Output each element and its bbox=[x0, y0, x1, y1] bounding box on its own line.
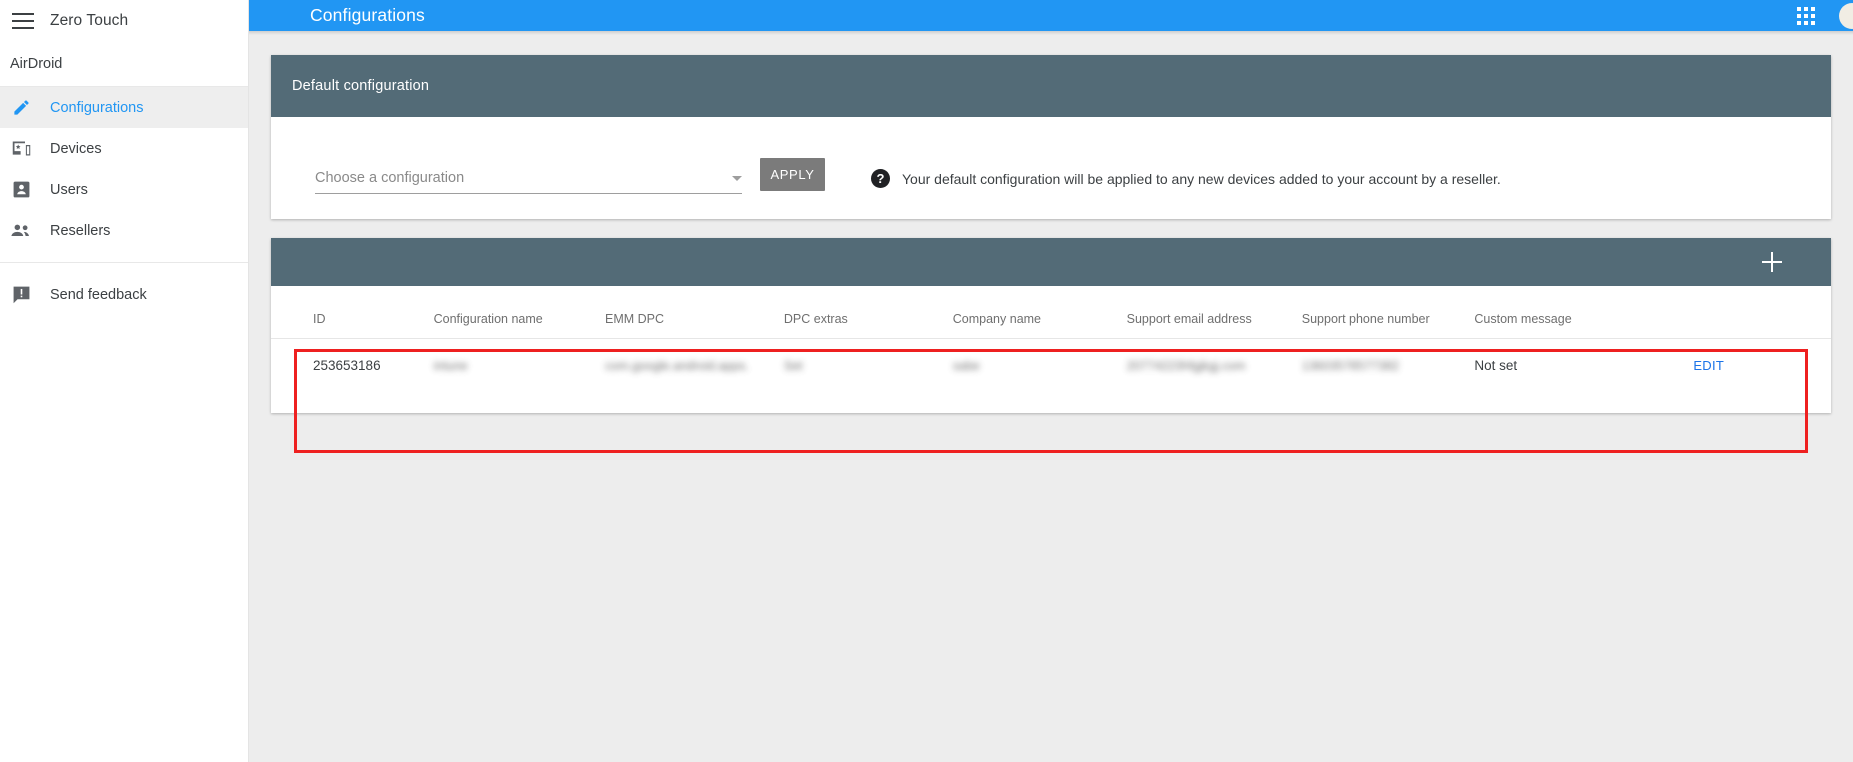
apply-button[interactable]: APPLY bbox=[760, 158, 825, 191]
redacted-value: sabe bbox=[952, 359, 980, 374]
redacted-value: 13603578577382 bbox=[1301, 359, 1400, 374]
configuration-select[interactable]: Choose a configuration bbox=[315, 170, 742, 194]
sidebar: Zero Touch AirDroid Configurations Devic… bbox=[0, 0, 249, 762]
chevron-down-icon bbox=[732, 176, 742, 181]
column-header-support-email[interactable]: Support email address bbox=[1126, 286, 1302, 339]
cell-configuration-name: intune bbox=[434, 339, 605, 393]
sidebar-item-label-users: Users bbox=[50, 181, 88, 198]
column-header-emm-dpc[interactable]: EMM DPC bbox=[605, 286, 784, 339]
default-configuration-title: Default configuration bbox=[292, 78, 430, 94]
configurations-table-body-rows: 253653186 intune com.google.android.apps… bbox=[271, 339, 1831, 393]
people-icon bbox=[10, 220, 32, 242]
pencil-icon bbox=[10, 97, 32, 119]
cell-actions: EDIT bbox=[1693, 339, 1831, 393]
apps-grid-icon[interactable] bbox=[1797, 6, 1815, 25]
cell-support-email: 20774223hfgjkgj.com bbox=[1127, 339, 1302, 393]
default-configuration-hint: ? Your default configuration will be app… bbox=[871, 169, 1501, 188]
sidebar-item-label-configurations: Configurations bbox=[50, 99, 144, 116]
configurations-table-body: ID Configuration name EMM DPC DPC extras… bbox=[271, 286, 1831, 453]
configurations-table-card: ID Configuration name EMM DPC DPC extras… bbox=[271, 238, 1831, 453]
sidebar-item-users[interactable]: Users bbox=[0, 169, 248, 210]
column-header-dpc-extras[interactable]: DPC extras bbox=[783, 286, 953, 339]
sidebar-item-label-resellers: Resellers bbox=[50, 222, 111, 239]
column-header-id[interactable]: ID bbox=[271, 286, 434, 339]
redacted-value: intune bbox=[433, 359, 468, 374]
sidebar-divider bbox=[0, 262, 248, 263]
cell-company-name: sabe bbox=[953, 339, 1127, 393]
column-header-company-name[interactable]: Company name bbox=[952, 286, 1127, 339]
sidebar-item-devices[interactable]: Devices bbox=[0, 128, 248, 169]
devices-icon bbox=[10, 138, 32, 160]
sidebar-item-label-send-feedback: Send feedback bbox=[50, 286, 147, 303]
top-app-bar-shadow bbox=[249, 31, 1853, 35]
top-app-bar: Configurations bbox=[249, 0, 1853, 31]
account-row[interactable]: AirDroid bbox=[0, 41, 248, 87]
column-header-support-phone[interactable]: Support phone number bbox=[1301, 286, 1475, 339]
configuration-select-wrapper: Choose a configuration bbox=[315, 170, 742, 194]
default-configuration-card-body: Choose a configuration APPLY ? Your defa… bbox=[271, 117, 1831, 219]
cell-custom-message: Not set bbox=[1474, 358, 1518, 374]
cell-support-phone: 13603578577382 bbox=[1302, 339, 1475, 393]
main-content: Configurations Default configuration Cho… bbox=[249, 0, 1853, 762]
page-title: Configurations bbox=[310, 5, 425, 25]
hamburger-icon[interactable] bbox=[12, 12, 34, 29]
plus-icon[interactable] bbox=[1762, 252, 1782, 272]
default-configuration-hint-text: Your default configuration will be appli… bbox=[902, 170, 1501, 187]
sidebar-item-label-devices: Devices bbox=[50, 140, 102, 157]
cell-emm-dpc: com.google.android.apps. bbox=[605, 339, 784, 393]
sidebar-item-send-feedback[interactable]: Send feedback bbox=[0, 274, 248, 315]
default-configuration-card-header: Default configuration bbox=[271, 55, 1831, 117]
configurations-table-head: ID Configuration name EMM DPC DPC extras… bbox=[271, 286, 1831, 339]
configuration-select-placeholder: Choose a configuration bbox=[315, 170, 465, 186]
zero-touch-app: Zero Touch AirDroid Configurations Devic… bbox=[0, 0, 1853, 762]
column-header-custom-message[interactable]: Custom message bbox=[1474, 286, 1694, 339]
column-header-actions bbox=[1693, 286, 1831, 339]
configurations-table: ID Configuration name EMM DPC DPC extras… bbox=[271, 286, 1831, 393]
sidebar-nav: Configurations Devices Users Resellers S… bbox=[0, 87, 248, 315]
account-name: AirDroid bbox=[10, 55, 63, 72]
edit-link[interactable]: EDIT bbox=[1693, 358, 1724, 373]
avatar[interactable] bbox=[1839, 2, 1853, 29]
redacted-value: 20774223hfgjkgj.com bbox=[1126, 359, 1246, 374]
table-row[interactable]: 253653186 intune com.google.android.apps… bbox=[271, 339, 1831, 393]
redacted-value: Set bbox=[783, 359, 803, 374]
help-question-icon[interactable]: ? bbox=[871, 169, 890, 188]
table-header-row: ID Configuration name EMM DPC DPC extras… bbox=[271, 286, 1831, 339]
person-icon bbox=[10, 179, 32, 201]
configurations-table-card-header bbox=[271, 238, 1831, 286]
default-configuration-card: Default configuration Choose a configura… bbox=[271, 55, 1831, 219]
cell-id: 253653186 bbox=[313, 358, 381, 374]
cell-dpc-extras: Set bbox=[784, 339, 953, 393]
sidebar-header: Zero Touch bbox=[0, 0, 248, 41]
top-app-bar-actions bbox=[1797, 0, 1853, 31]
feedback-icon bbox=[10, 284, 32, 306]
redacted-value: com.google.android.apps. bbox=[605, 359, 749, 374]
sidebar-item-configurations[interactable]: Configurations bbox=[0, 87, 248, 128]
product-title: Zero Touch bbox=[50, 11, 129, 29]
column-header-configuration-name[interactable]: Configuration name bbox=[433, 286, 605, 339]
sidebar-item-resellers[interactable]: Resellers bbox=[0, 210, 248, 251]
